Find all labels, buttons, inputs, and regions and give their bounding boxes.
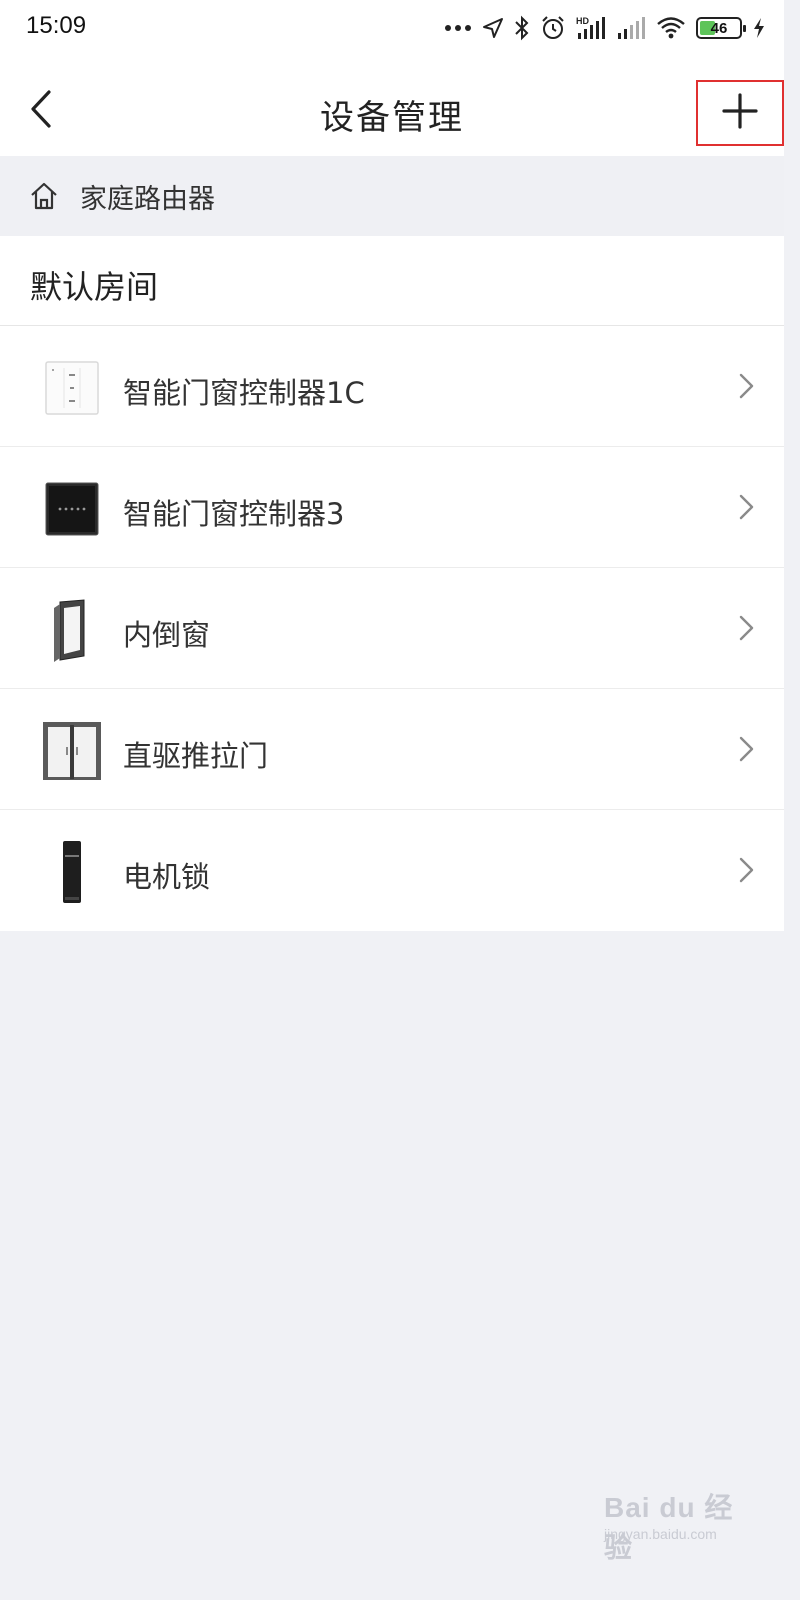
home-icon	[28, 180, 60, 212]
chevron-right-icon	[736, 735, 756, 763]
tilt-window-icon	[40, 598, 104, 662]
motor-lock-icon	[40, 840, 104, 904]
touch-panel-icon	[40, 477, 104, 541]
wall-switch-icon	[40, 356, 104, 420]
device-item-tilt-window[interactable]: 内倒窗	[0, 568, 784, 689]
device-name: 电机锁	[123, 860, 211, 894]
device-item-sliding-door[interactable]: 直驱推拉门	[0, 689, 784, 810]
device-item-motor-lock[interactable]: 电机锁	[0, 810, 784, 931]
hd-signal-icon: HD	[576, 15, 606, 41]
device-item-controller-1c[interactable]: 智能门窗控制器1C	[0, 326, 784, 447]
nav-bar: 设备管理	[0, 56, 784, 156]
chevron-right-icon	[736, 856, 756, 884]
location-arrow-icon	[482, 17, 504, 39]
chevron-right-icon	[736, 493, 756, 521]
device-name: 内倒窗	[123, 618, 211, 652]
more-dots-icon	[444, 23, 472, 33]
page-title: 设备管理	[320, 98, 464, 138]
charging-icon	[752, 17, 766, 39]
sliding-door-icon	[40, 719, 104, 783]
device-name: 智能门窗控制器1C	[123, 376, 365, 410]
device-name: 智能门窗控制器3	[123, 497, 345, 531]
plus-icon	[720, 91, 760, 135]
status-time: 15:09	[26, 12, 87, 39]
battery-tip	[743, 25, 746, 32]
svg-text:HD: HD	[576, 16, 589, 26]
signal-icon	[616, 15, 646, 41]
watermark: Bai du 经验 jingyan.baidu.com	[598, 1486, 748, 1563]
chevron-right-icon	[736, 372, 756, 400]
status-icons: HD 46	[444, 12, 766, 44]
device-item-controller-3[interactable]: 智能门窗控制器3	[0, 447, 784, 568]
home-selector[interactable]: 家庭路由器	[0, 156, 784, 236]
watermark-sub: jingyan.baidu.com	[604, 1526, 717, 1542]
status-bar: 15:09 HD 46	[0, 0, 784, 56]
chevron-right-icon	[736, 614, 756, 642]
room-title: 默认房间	[30, 268, 159, 306]
wifi-icon	[656, 16, 686, 40]
alarm-icon	[540, 15, 566, 41]
add-device-button[interactable]	[696, 80, 784, 146]
battery-level: 46	[710, 19, 728, 37]
bluetooth-icon	[514, 15, 530, 41]
battery-icon: 46	[696, 17, 746, 39]
home-name: 家庭路由器	[80, 183, 215, 215]
room-header: 默认房间	[0, 236, 784, 326]
device-list: 智能门窗控制器1C 智能门窗控制器3 内倒窗 直驱推拉门 电机锁	[0, 326, 784, 931]
device-name: 直驱推拉门	[123, 739, 269, 773]
